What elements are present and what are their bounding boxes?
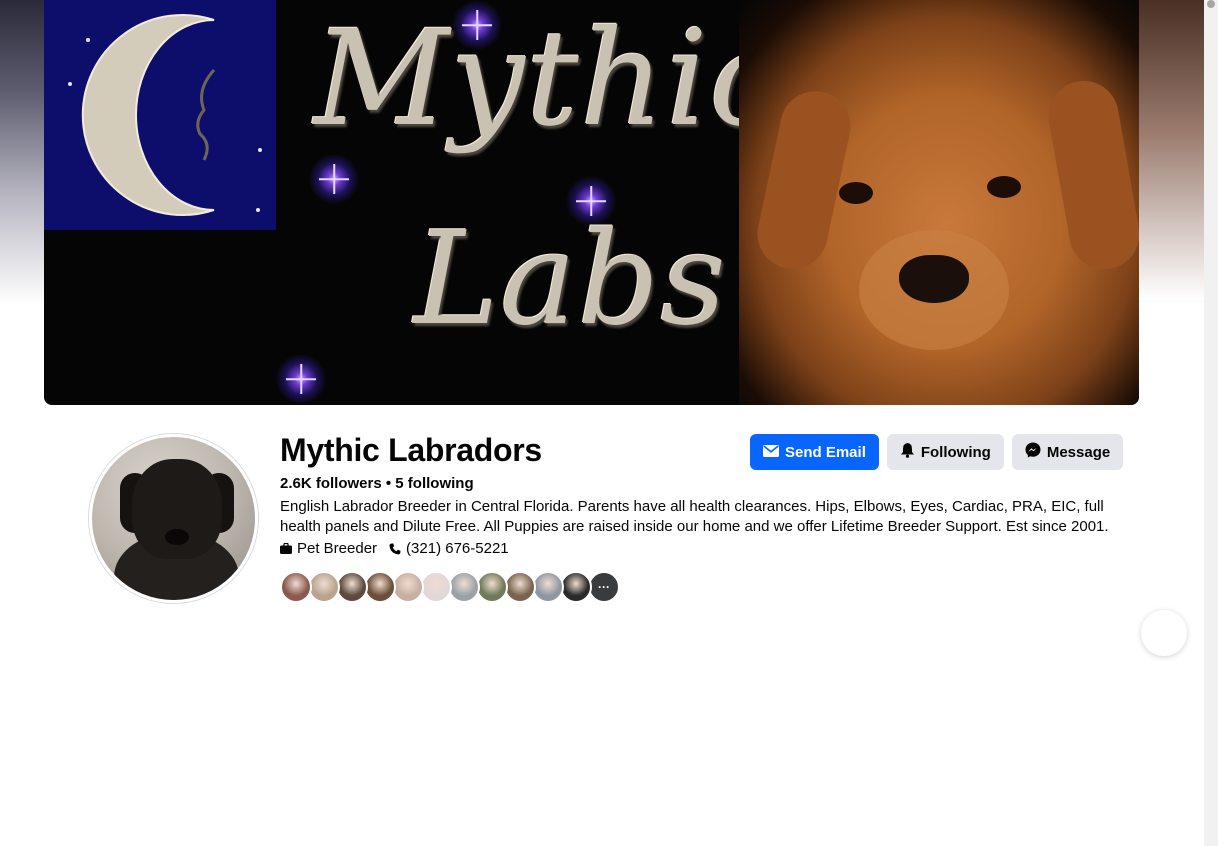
following-label: Following [920,443,991,461]
phone-number[interactable]: (321) 676-5221 [406,540,509,557]
cover-title-word: Labs [414,205,727,354]
follower-avatar[interactable] [560,571,592,603]
cover-backdrop-edge [1138,0,1204,300]
follower-avatar[interactable] [392,571,424,603]
crescent-moon-icon [81,14,216,216]
message-button[interactable]: Message [1011,434,1124,470]
send-email-label: Send Email [785,443,866,461]
cover-title-word: Mythic [314,2,784,156]
cover-photo[interactable]: Mythic Labs [44,0,1139,405]
following-button[interactable]: Following [886,434,1004,470]
follower-avatar[interactable] [280,571,312,603]
page-title[interactable]: Mythic Labradors [280,432,542,469]
sparkle-icon [276,354,326,404]
messenger-icon [1025,442,1041,462]
follower-avatar[interactable] [336,571,368,603]
followers-preview[interactable]: ··· [280,571,620,603]
follower-avatar[interactable] [504,571,536,603]
follower-avatar[interactable] [476,571,508,603]
follower-avatar[interactable] [308,571,340,603]
message-label: Message [1046,443,1111,461]
follower-avatar[interactable] [420,571,452,603]
phone-item: (321) 676-5221 [389,540,509,557]
new-message-button[interactable] [1141,610,1187,656]
sparkle-icon [309,154,359,204]
category-label[interactable]: Pet Breeder [297,540,377,557]
puppy-illustration [739,0,1139,405]
profile-avatar[interactable] [89,434,258,603]
scrollbar[interactable] [1204,0,1218,846]
more-followers-button[interactable]: ··· [588,571,620,603]
envelope-icon [763,444,779,461]
bell-icon [900,442,915,462]
empty-content-area [0,628,1204,846]
phone-icon [389,542,401,555]
follow-stats[interactable]: 2.6K followers • 5 following [280,475,474,492]
follower-avatar[interactable] [448,571,480,603]
moon-illustration [44,0,276,230]
send-email-button[interactable]: Send Email [750,434,879,470]
briefcase-icon [280,543,292,555]
follower-avatar[interactable] [364,571,396,603]
follower-avatar[interactable] [532,571,564,603]
page-actions: Send Email Following Message [750,434,1124,470]
scrollbar-thumb[interactable] [1207,0,1215,8]
category-item: Pet Breeder [280,540,377,557]
page-meta: Pet Breeder (321) 676-5221 [280,540,509,557]
page-bio: English Labrador Breeder in Central Flor… [280,498,1109,535]
